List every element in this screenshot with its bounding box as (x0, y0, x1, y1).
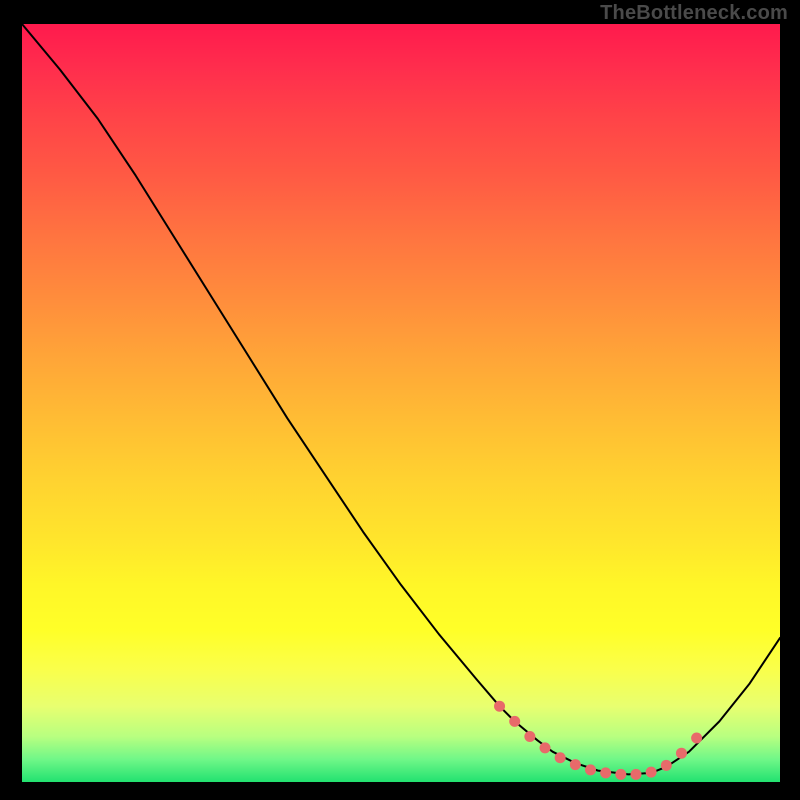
marker-point (646, 767, 657, 778)
curve-line (22, 24, 780, 774)
marker-point (630, 769, 641, 780)
marker-point (676, 748, 687, 759)
marker-point (555, 752, 566, 763)
marker-point (600, 767, 611, 778)
marker-point (570, 759, 581, 770)
chart-svg (22, 24, 780, 782)
plot-area (22, 24, 780, 782)
marker-point (540, 742, 551, 753)
marker-point (585, 764, 596, 775)
marker-point (615, 769, 626, 780)
marker-point (494, 701, 505, 712)
marker-point (509, 716, 520, 727)
marker-point (524, 731, 535, 742)
chart-frame: TheBottleneck.com (0, 0, 800, 800)
marker-point (691, 733, 702, 744)
marker-point (661, 760, 672, 771)
watermark-text: TheBottleneck.com (600, 2, 788, 25)
